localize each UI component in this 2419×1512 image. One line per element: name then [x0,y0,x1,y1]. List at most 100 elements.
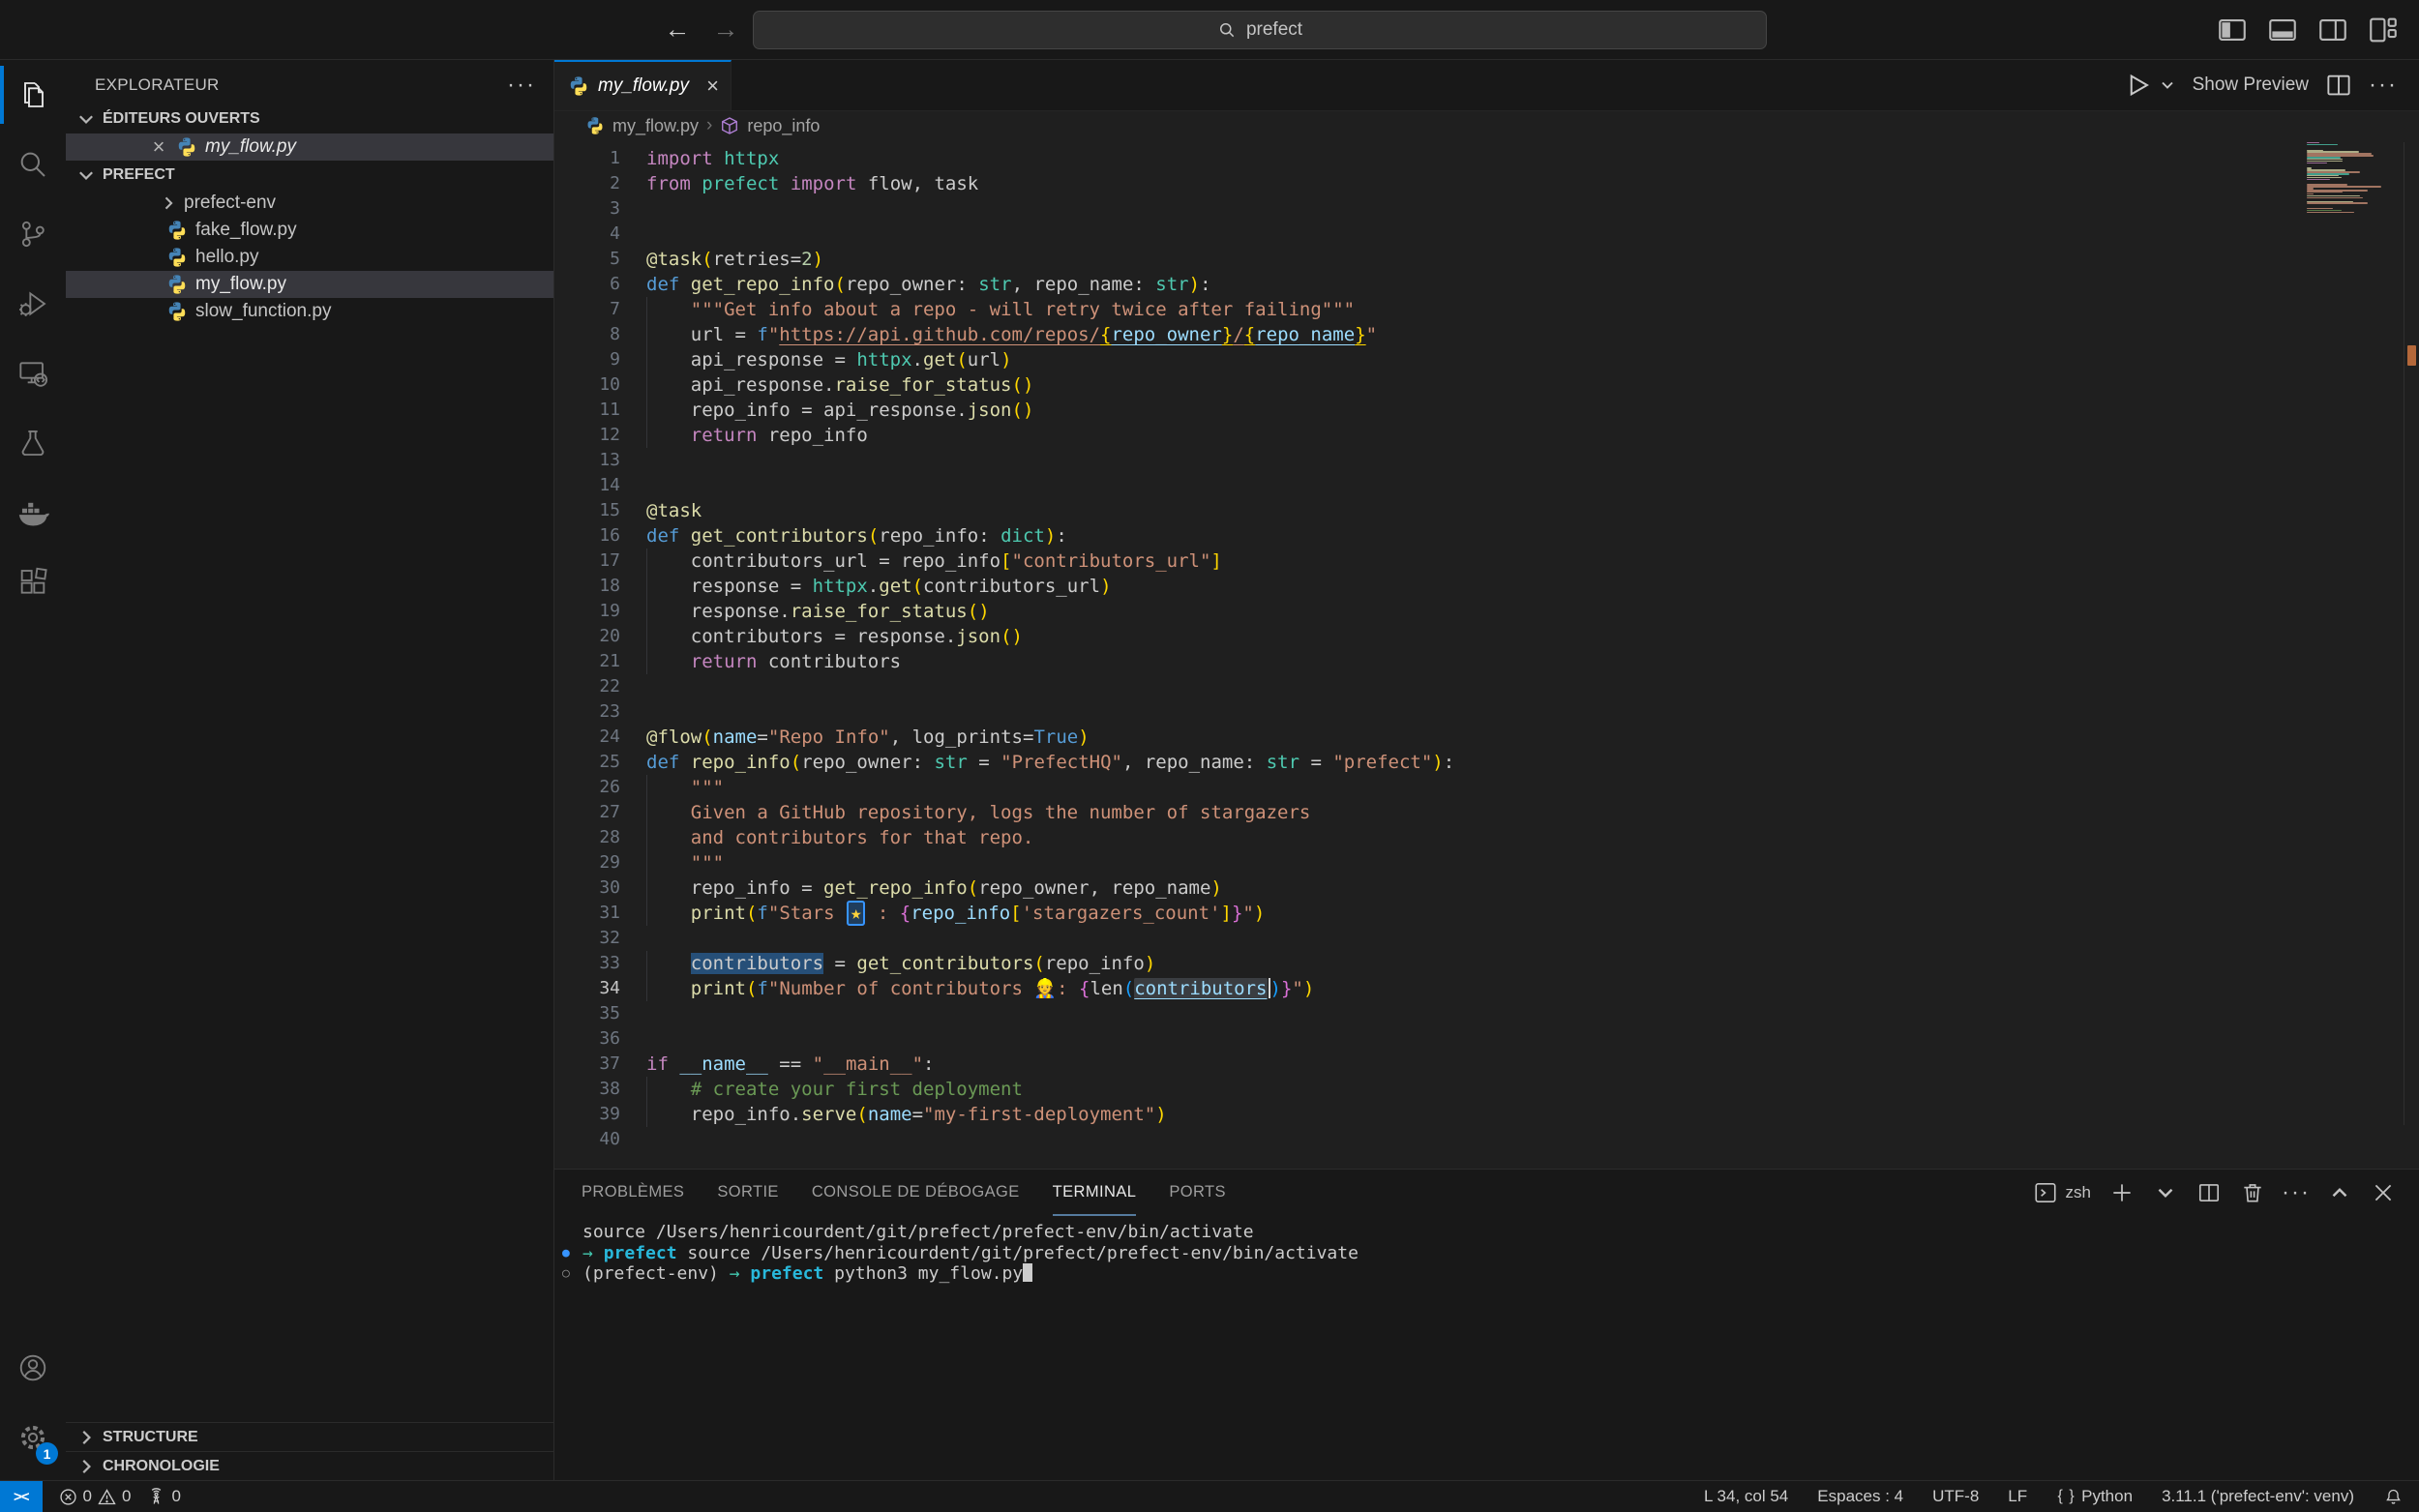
close-icon[interactable]: × [706,74,719,99]
code-line[interactable]: 8 url = f"https://api.github.com/repos/{… [554,322,2419,347]
breadcrumb-item[interactable]: repo_info [747,116,820,136]
activity-item-remote-explorer[interactable] [0,339,66,408]
code-line[interactable]: 19 response.raise_for_status() [554,599,2419,624]
status-eol[interactable]: LF [2008,1487,2027,1506]
close-panel-button[interactable] [2371,1180,2396,1205]
close-icon[interactable]: × [149,134,168,160]
code-line[interactable]: 1import httpx [554,146,2419,171]
run-python-file-button[interactable] [2123,71,2152,100]
file-item-slow_function.py[interactable]: slow_function.py [66,298,553,325]
code-line[interactable]: 15@task [554,498,2419,523]
code-line[interactable]: 33 contributors = get_contributors(repo_… [554,951,2419,976]
status-cursor-position[interactable]: L 34, col 54 [1704,1487,1788,1506]
code-line[interactable]: 37if __name__ == "__main__": [554,1052,2419,1077]
code-line[interactable]: 32 [554,926,2419,951]
breadcrumb-item[interactable]: my_flow.py [612,116,699,136]
panel-tab-TERMINAL[interactable]: TERMINAL [1053,1170,1137,1216]
activity-item-accounts[interactable] [0,1333,66,1403]
code-line[interactable]: 20 contributors = response.json() [554,624,2419,649]
launch-profile-button[interactable] [2153,1180,2178,1205]
panel-tab-SORTIE[interactable]: SORTIE [717,1170,779,1216]
file-item-my_flow.py[interactable]: my_flow.py [66,271,553,298]
explorer-more-actions-button[interactable]: ··· [507,72,536,99]
section-structure[interactable]: STRUCTURE [66,1422,553,1451]
activity-item-run-debug[interactable] [0,269,66,339]
activity-item-search[interactable] [0,130,66,199]
code-line[interactable]: 28 and contributors for that repo. [554,825,2419,850]
activity-item-source-control[interactable] [0,199,66,269]
forward-button[interactable]: → [712,15,739,44]
activity-item-explorer[interactable] [0,60,66,130]
code-line[interactable]: 38 # create your first deployment [554,1077,2419,1102]
code-line[interactable]: 26 """ [554,775,2419,800]
toggle-panel-button[interactable] [2266,14,2299,46]
status-problems[interactable]: 00 [58,1487,132,1507]
section-open-editors[interactable]: ÉDITEURS OUVERTS [66,104,553,133]
code-line[interactable]: 23 [554,699,2419,725]
new-terminal-button[interactable] [2109,1180,2135,1205]
status-forwarded-ports[interactable]: 0 [146,1487,180,1507]
customize-layout-button[interactable] [2367,14,2400,46]
panel-tab-PROBLÈMES[interactable]: PROBLÈMES [582,1170,684,1216]
open-editor-item[interactable]: ×my_flow.py [66,133,553,161]
code-line[interactable]: 14 [554,473,2419,498]
status-encoding[interactable]: UTF-8 [1932,1487,1979,1506]
activity-item-docker[interactable] [0,478,66,548]
code-line[interactable]: 39 repo_info.serve(name="my-first-deploy… [554,1102,2419,1127]
command-center[interactable]: prefect [753,11,1767,49]
split-terminal-button[interactable] [2196,1180,2222,1205]
file-item-fake_flow.py[interactable]: fake_flow.py [66,217,553,244]
shell-select-button[interactable]: zsh [2033,1180,2091,1205]
code-line[interactable]: 24@flow(name="Repo Info", log_prints=Tru… [554,725,2419,750]
code-line[interactable]: 25def repo_info(repo_owner: str = "Prefe… [554,750,2419,775]
code-line[interactable]: 13 [554,448,2419,473]
code-line[interactable]: 21 return contributors [554,649,2419,674]
back-button[interactable]: ← [664,15,691,44]
status-indentation[interactable]: Espaces : 4 [1817,1487,1903,1506]
file-item-hello.py[interactable]: hello.py [66,244,553,271]
code-line[interactable]: 16def get_contributors(repo_info: dict): [554,523,2419,548]
code-line[interactable]: 34 print(f"Number of contributors 👷: {le… [554,976,2419,1001]
breadcrumb[interactable]: my_flow.py›repo_info [554,111,2419,140]
code-line[interactable]: 6def get_repo_info(repo_owner: str, repo… [554,272,2419,297]
status-notifications[interactable] [2383,1487,2404,1507]
code-line[interactable]: 30 repo_info = get_repo_info(repo_owner,… [554,875,2419,901]
code-line[interactable]: 9 api_response = httpx.get(url) [554,347,2419,372]
activity-item-testing[interactable] [0,408,66,478]
code-line[interactable]: 4 [554,222,2419,247]
code-line[interactable]: 27 Given a GitHub repository, logs the n… [554,800,2419,825]
code-line[interactable]: 35 [554,1001,2419,1026]
section-workspace[interactable]: PREFECT [66,161,553,190]
toggle-primary-sidebar-button[interactable] [2216,14,2249,46]
more-actions-button[interactable]: ··· [2284,1180,2309,1205]
run-dropdown-button[interactable] [2158,75,2177,95]
minimap[interactable] [2307,142,2402,216]
panel-tab-CONSOLE DE DÉBOGAGE[interactable]: CONSOLE DE DÉBOGAGE [812,1170,1020,1216]
file-item-prefect-env[interactable]: prefect-env [66,190,553,217]
maximize-panel-button[interactable] [2327,1180,2352,1205]
status-python-interpreter[interactable]: 3.11.1 ('prefect-env': venv) [2162,1487,2354,1506]
code-line[interactable]: 18 response = httpx.get(contributors_url… [554,574,2419,599]
code-line[interactable]: 7 """Get info about a repo - will retry … [554,297,2419,322]
code-line[interactable]: 11 repo_info = api_response.json() [554,398,2419,423]
activity-item-extensions[interactable] [0,548,66,617]
split-editor-button[interactable] [2324,71,2353,100]
tab-my_flow.py[interactable]: my_flow.py× [554,60,732,110]
code-line[interactable]: 5@task(retries=2) [554,247,2419,272]
panel-tab-PORTS[interactable]: PORTS [1169,1170,1226,1216]
code-line[interactable]: 36 [554,1026,2419,1052]
code-line[interactable]: 17 contributors_url = repo_info["contrib… [554,548,2419,574]
section-chronologie[interactable]: CHRONOLOGIE [66,1451,553,1480]
toggle-secondary-sidebar-button[interactable] [2316,14,2349,46]
code-line[interactable]: 22 [554,674,2419,699]
code-line[interactable]: 10 api_response.raise_for_status() [554,372,2419,398]
activity-item-settings[interactable]: 1 [0,1403,66,1472]
code-line[interactable]: 31 print(f"Stars ★ : {repo_info['stargaz… [554,901,2419,926]
code-line[interactable]: 2from prefect import flow, task [554,171,2419,196]
code-line[interactable]: 40 [554,1127,2419,1152]
remote-indicator[interactable]: >< [0,1481,43,1512]
more-actions-button[interactable]: ··· [2369,71,2398,100]
status-language-mode[interactable]: { }Python [2056,1487,2133,1507]
show-preview-button[interactable]: Show Preview [2193,74,2309,96]
kill-terminal-button[interactable] [2240,1180,2265,1205]
